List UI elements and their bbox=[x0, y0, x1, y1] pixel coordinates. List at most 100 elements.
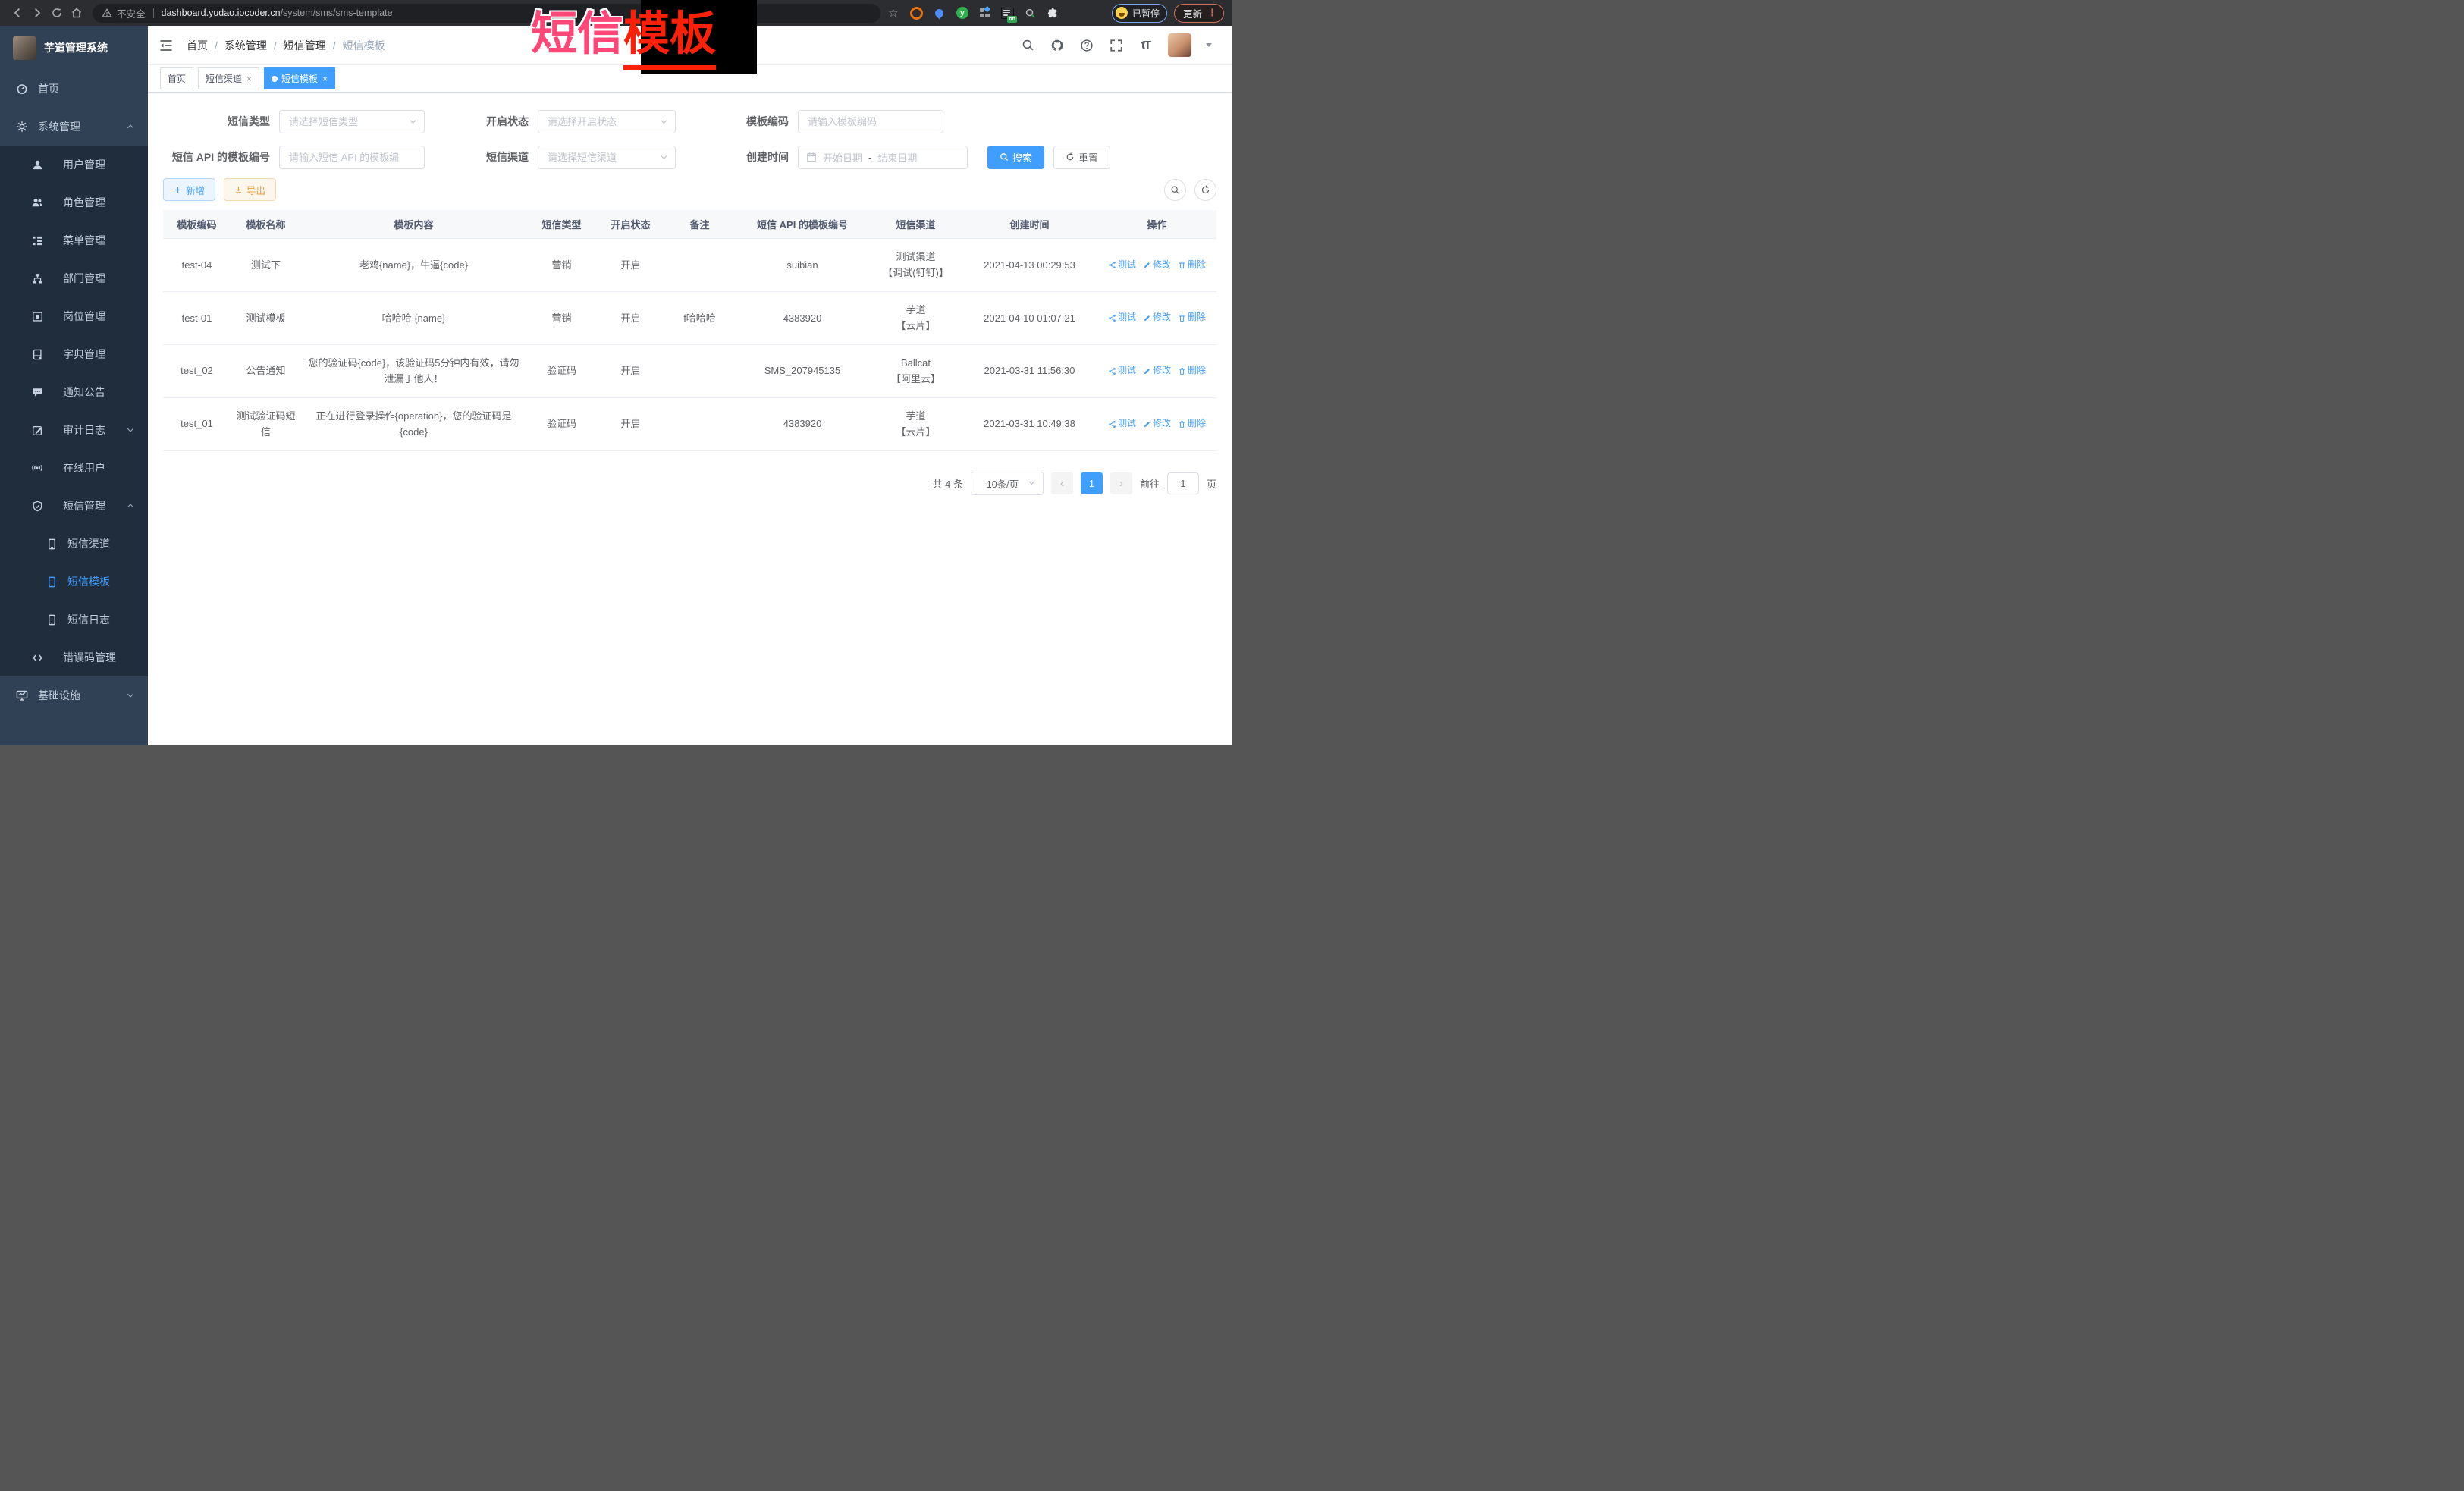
phone-icon bbox=[46, 538, 58, 550]
breadcrumb-system[interactable]: 系统管理 bbox=[224, 38, 267, 53]
sms-type-select[interactable] bbox=[279, 110, 425, 133]
sidebar-item-menus[interactable]: 菜单管理 bbox=[0, 221, 148, 259]
toggle-search-icon[interactable] bbox=[1164, 179, 1186, 201]
search-button[interactable]: 搜索 bbox=[987, 146, 1044, 169]
edit-link[interactable]: 修改 bbox=[1143, 363, 1171, 378]
delete-link[interactable]: 删除 bbox=[1178, 363, 1206, 378]
sidebar-item-sms-channel[interactable]: 短信渠道 bbox=[0, 525, 148, 563]
profile-avatar-emoji bbox=[1116, 7, 1128, 19]
export-button[interactable]: 导出 bbox=[224, 178, 276, 201]
edit-link[interactable]: 修改 bbox=[1143, 310, 1171, 325]
sidebar-item-roles[interactable]: 角色管理 bbox=[0, 184, 148, 221]
reset-button[interactable]: 重置 bbox=[1053, 146, 1110, 169]
test-link[interactable]: 测试 bbox=[1108, 258, 1136, 273]
sidebar-item-system[interactable]: 系统管理 bbox=[0, 108, 148, 146]
status-select[interactable] bbox=[538, 110, 676, 133]
col-status: 开启状态 bbox=[597, 210, 664, 239]
sidebar-item-posts[interactable]: 岗位管理 bbox=[0, 297, 148, 335]
sidebar-item-online-users[interactable]: 在线用户 bbox=[0, 449, 148, 487]
sidebar-item-error-codes[interactable]: 错误码管理 bbox=[0, 639, 148, 676]
template-code-label: 模板编码 bbox=[676, 114, 798, 129]
sidebar-item-audit-log[interactable]: 审计日志 bbox=[0, 411, 148, 449]
browser-back-icon[interactable] bbox=[8, 3, 27, 23]
sidebar-item-dictionary[interactable]: 字典管理 bbox=[0, 335, 148, 373]
extension-icons: y on bbox=[910, 7, 1059, 20]
avatar-caret-icon[interactable] bbox=[1206, 43, 1212, 47]
edit-link[interactable]: 修改 bbox=[1143, 416, 1171, 432]
next-page-button[interactable]: › bbox=[1110, 472, 1132, 494]
goto-page-input[interactable] bbox=[1167, 472, 1199, 494]
close-icon[interactable]: × bbox=[246, 74, 252, 84]
sidebar-collapse-icon[interactable] bbox=[159, 38, 174, 53]
browser-menu-icon[interactable]: ⋮ bbox=[1207, 7, 1217, 19]
sidebar-item-sms-template[interactable]: 短信模板 bbox=[0, 563, 148, 601]
test-link[interactable]: 测试 bbox=[1108, 416, 1136, 432]
help-icon[interactable] bbox=[1079, 38, 1094, 53]
sidebar-item-home[interactable]: 首页 bbox=[0, 70, 148, 108]
breadcrumb: 首页 / 系统管理 / 短信管理 / 短信模板 bbox=[187, 38, 385, 53]
security-warning-icon[interactable] bbox=[102, 8, 112, 18]
template-code-input[interactable] bbox=[798, 110, 943, 133]
menu-tree-icon bbox=[31, 234, 43, 246]
extension-orange-ring-icon[interactable] bbox=[910, 7, 923, 20]
delete-link[interactable]: 删除 bbox=[1178, 258, 1206, 273]
browser-home-icon[interactable] bbox=[67, 3, 86, 23]
tag-sms-channel[interactable]: 短信渠道 × bbox=[198, 67, 259, 89]
org-chart-icon bbox=[31, 272, 43, 284]
signal-icon bbox=[31, 462, 43, 474]
table-row: test_01 测试验证码短信 正在进行登录操作{operation}，您的验证… bbox=[163, 397, 1216, 450]
browser-update-button[interactable]: 更新 ⋮ bbox=[1174, 4, 1224, 23]
chevron-up-icon bbox=[126, 501, 135, 510]
font-size-icon[interactable]: tT bbox=[1138, 38, 1154, 53]
breadcrumb-sms[interactable]: 短信管理 bbox=[284, 38, 326, 53]
edit-link[interactable]: 修改 bbox=[1143, 258, 1171, 273]
extension-pin-icon[interactable] bbox=[933, 7, 946, 20]
col-actions: 操作 bbox=[1097, 210, 1216, 239]
channel-select[interactable] bbox=[538, 146, 676, 169]
status-label: 开启状态 bbox=[425, 114, 538, 129]
sidebar-item-sms[interactable]: 短信管理 bbox=[0, 487, 148, 525]
extensions-puzzle-icon[interactable] bbox=[1047, 7, 1059, 20]
add-button[interactable]: 新增 bbox=[163, 178, 215, 201]
date-end-placeholder: 结束日期 bbox=[877, 150, 917, 165]
channel-label: 短信渠道 bbox=[425, 149, 538, 165]
user-avatar[interactable] bbox=[1168, 33, 1191, 57]
tag-active-dot bbox=[272, 76, 278, 82]
delete-link[interactable]: 删除 bbox=[1178, 310, 1206, 325]
fullscreen-icon[interactable] bbox=[1109, 38, 1124, 53]
security-label: 不安全 bbox=[117, 6, 146, 20]
search-icon[interactable] bbox=[1020, 38, 1035, 53]
sidebar-item-notices[interactable]: 通知公告 bbox=[0, 373, 148, 411]
close-icon[interactable]: × bbox=[322, 74, 328, 84]
current-page-button[interactable]: 1 bbox=[1081, 472, 1103, 494]
date-range-picker[interactable]: 开始日期 - 结束日期 bbox=[798, 146, 968, 169]
sidebar-item-infrastructure[interactable]: 基础设施 bbox=[0, 676, 148, 714]
tag-home[interactable]: 首页 bbox=[160, 67, 193, 89]
sidebar-item-users[interactable]: 用户管理 bbox=[0, 146, 148, 184]
page-unit-label: 页 bbox=[1207, 476, 1216, 491]
browser-reload-icon[interactable] bbox=[47, 3, 67, 23]
col-remark: 备注 bbox=[664, 210, 735, 239]
breadcrumb-home[interactable]: 首页 bbox=[187, 38, 208, 53]
browser-forward-icon[interactable] bbox=[27, 3, 47, 23]
test-link[interactable]: 测试 bbox=[1108, 310, 1136, 325]
sidebar-item-sms-log[interactable]: 短信日志 bbox=[0, 601, 148, 639]
breadcrumb-current: 短信模板 bbox=[343, 38, 385, 53]
delete-link[interactable]: 删除 bbox=[1178, 416, 1206, 432]
profile-paused-badge[interactable]: 已暂停 bbox=[1112, 4, 1167, 23]
address-bar[interactable]: 不安全 dashboard.yudao.iocoder.cn/system/sm… bbox=[93, 4, 880, 23]
bookmark-star-icon[interactable]: ☆ bbox=[888, 8, 898, 19]
refresh-icon[interactable] bbox=[1194, 179, 1216, 201]
tag-sms-template[interactable]: 短信模板 × bbox=[264, 67, 335, 89]
github-icon[interactable] bbox=[1050, 38, 1065, 53]
sidebar-item-departments[interactable]: 部门管理 bbox=[0, 259, 148, 297]
update-label: 更新 bbox=[1183, 6, 1202, 20]
extension-green-y-icon[interactable]: y bbox=[956, 7, 968, 20]
extension-magnifier-icon[interactable] bbox=[1024, 7, 1037, 20]
page-size-select[interactable]: 10条/页 bbox=[971, 472, 1044, 495]
extension-grid-icon[interactable] bbox=[978, 7, 991, 20]
extension-list-on-icon[interactable]: on bbox=[1001, 7, 1014, 20]
api-template-input[interactable] bbox=[279, 146, 425, 169]
test-link[interactable]: 测试 bbox=[1108, 363, 1136, 378]
prev-page-button[interactable]: ‹ bbox=[1051, 472, 1073, 494]
